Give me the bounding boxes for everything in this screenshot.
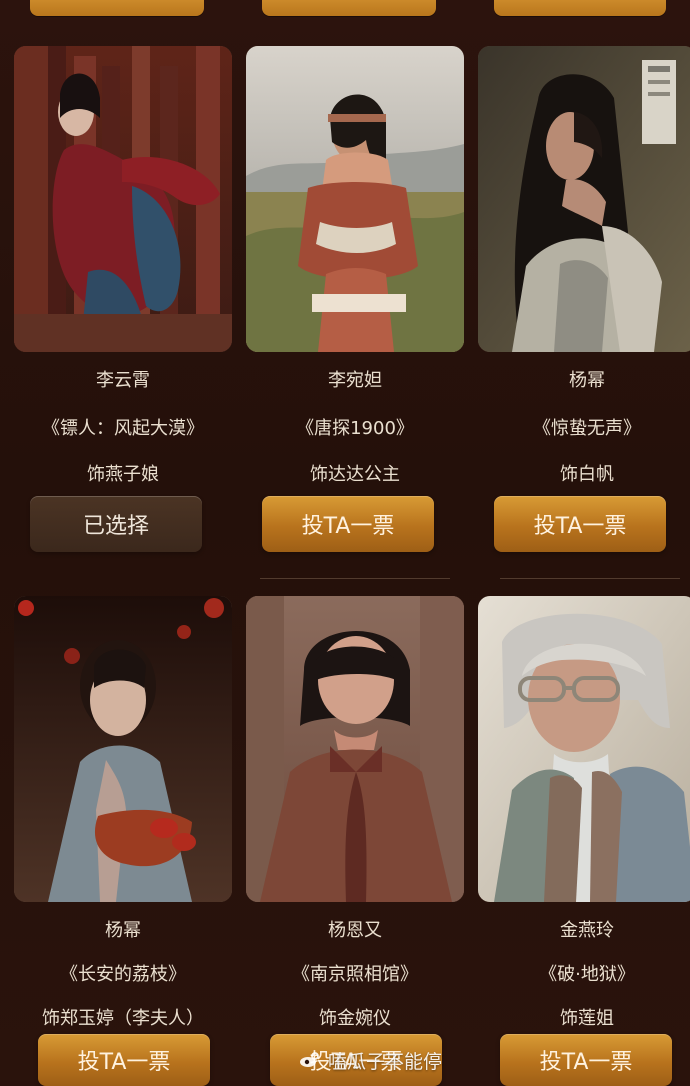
actor-photo: [246, 596, 464, 902]
character-role: 饰郑玉婷（李夫人）: [42, 1008, 204, 1029]
character-role: 饰达达公主: [310, 464, 400, 485]
actor-name: 杨幂: [105, 920, 141, 941]
vote-button[interactable]: 投TA一票: [500, 1034, 672, 1086]
selected-button[interactable]: 已选择: [30, 496, 202, 552]
actor-name: 李宛妲: [328, 370, 382, 391]
section-divider: [260, 578, 450, 579]
top-vote-button-partial[interactable]: [494, 0, 666, 16]
actor-photo: [14, 596, 232, 902]
vote-button[interactable]: 投TA一票: [494, 496, 666, 552]
vote-button[interactable]: 投TA一票: [38, 1034, 210, 1086]
character-role: 饰莲姐: [560, 1008, 614, 1029]
weibo-icon: [300, 1052, 319, 1067]
actor-name: 杨幂: [569, 370, 605, 391]
actor-photo: [478, 46, 690, 352]
movie-title: 《唐探1900》: [296, 418, 414, 439]
top-vote-button-partial[interactable]: [30, 0, 204, 16]
movie-title: 《破·地狱》: [539, 964, 635, 985]
actor-name: 杨恩又: [328, 920, 382, 941]
weibo-watermark: 嗑瓜子不能停: [298, 1045, 442, 1075]
section-divider: [500, 578, 680, 579]
movie-title: 《南京照相馆》: [292, 964, 418, 985]
actor-name: 金燕玲: [560, 920, 614, 941]
voting-page: 李云霄 《镖人：风起大漠》 饰燕子娘 已选择 李宛妲 《唐探1900》 饰达达公…: [0, 0, 690, 1086]
movie-title: 《惊蛰无声》: [533, 418, 641, 439]
actor-photo: [478, 596, 690, 902]
actor-photo: [14, 46, 232, 352]
character-role: 饰金婉仪: [319, 1008, 391, 1029]
movie-title: 《长安的荔枝》: [60, 964, 186, 985]
vote-button[interactable]: 投TA一票: [262, 496, 434, 552]
movie-title: 《镖人：风起大漠》: [42, 418, 204, 439]
actor-name: 李云霄: [96, 370, 150, 391]
character-role: 饰白帆: [560, 464, 614, 485]
actor-photo: [246, 46, 464, 352]
top-vote-button-partial[interactable]: [262, 0, 436, 16]
character-role: 饰燕子娘: [87, 464, 159, 485]
watermark-text: 嗑瓜子不能停: [328, 1050, 443, 1073]
